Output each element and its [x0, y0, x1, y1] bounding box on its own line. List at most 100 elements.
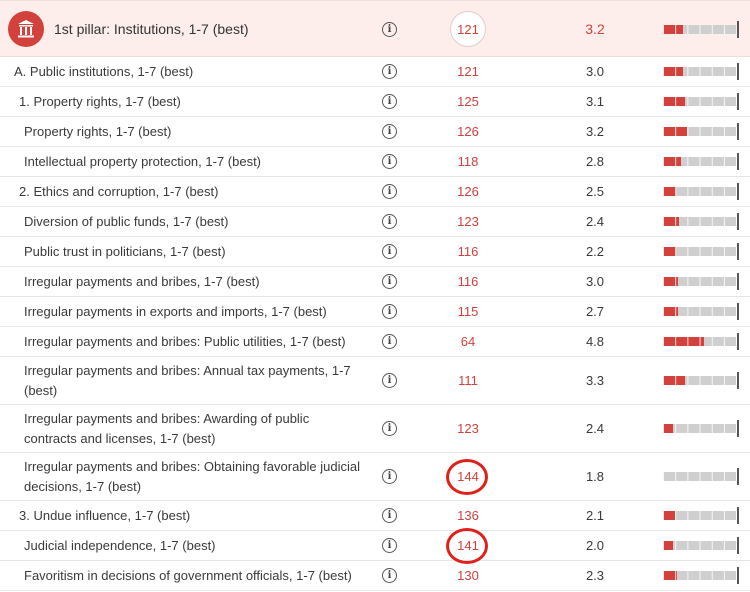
score-bar-end [737, 303, 739, 320]
score-bar [663, 187, 736, 196]
score-bar [663, 337, 736, 346]
score-bar-end [737, 63, 739, 80]
pillar-rank: 121 [450, 11, 486, 47]
info-icon[interactable]: i [382, 274, 397, 289]
table-row[interactable]: Irregular payments and bribes: Public ut… [0, 327, 750, 357]
rank-value: 126 [457, 124, 479, 139]
indicator-label: Irregular payments and bribes: Annual ta… [24, 362, 351, 398]
rank-value: 111 [458, 373, 478, 388]
info-icon[interactable]: i [382, 154, 397, 169]
score-value: 2.8 [585, 154, 605, 169]
info-icon[interactable]: i [382, 124, 397, 139]
indicator-label: 1. Property rights, 1-7 (best) [19, 93, 181, 109]
table-row[interactable]: Public trust in politicians, 1-7 (best) … [0, 237, 750, 267]
pillar-score: 3.2 [585, 21, 605, 37]
info-icon[interactable]: i [382, 469, 397, 484]
indicator-label: Diversion of public funds, 1-7 (best) [24, 213, 229, 229]
score-bar-end [737, 243, 739, 260]
indicator-label: Judicial independence, 1-7 (best) [24, 537, 216, 553]
rank-value: 126 [457, 184, 479, 199]
score-bar-end [737, 507, 739, 524]
score-bar [663, 25, 736, 34]
score-bar [663, 307, 736, 316]
score-value: 3.1 [585, 94, 605, 109]
score-bar-end [737, 21, 739, 38]
score-value: 2.4 [585, 214, 605, 229]
rank-value: 116 [457, 274, 479, 289]
info-icon[interactable]: i [382, 568, 397, 583]
indicator-label: Irregular payments and bribes, 1-7 (best… [24, 273, 260, 289]
rank-value: 123 [457, 214, 479, 229]
score-bar-end [737, 537, 739, 554]
info-icon[interactable]: i [382, 421, 397, 436]
info-icon[interactable]: i [382, 94, 397, 109]
indicator-label: Favoritism in decisions of government of… [24, 567, 352, 583]
rank-value: 130 [457, 568, 479, 583]
score-bar-end [737, 93, 739, 110]
score-value: 2.2 [585, 244, 605, 259]
rank-value: 141 [457, 538, 479, 553]
score-bar [663, 472, 736, 481]
score-bar-end [737, 123, 739, 140]
info-icon[interactable]: i [382, 508, 397, 523]
rank-value: 64 [460, 334, 476, 349]
score-bar [663, 511, 736, 520]
score-value: 1.8 [585, 469, 605, 484]
table-row[interactable]: Intellectual property protection, 1-7 (b… [0, 147, 750, 177]
table-row[interactable]: Diversion of public funds, 1-7 (best) i … [0, 207, 750, 237]
score-value: 2.3 [585, 568, 605, 583]
table-row[interactable]: A. Public institutions, 1-7 (best) i 121… [0, 57, 750, 87]
score-bar-end [737, 183, 739, 200]
score-value: 3.3 [585, 373, 605, 388]
indicator-label: Irregular payments in exports and import… [24, 303, 327, 319]
rank-value: 136 [457, 508, 479, 523]
score-value: 3.0 [585, 64, 605, 79]
info-icon[interactable]: i [382, 373, 397, 388]
table-row[interactable]: Property rights, 1-7 (best) i 126 3.2 [0, 117, 750, 147]
score-bar-end [737, 468, 739, 485]
score-bar [663, 424, 736, 433]
table-row[interactable]: Irregular payments and bribes: Awarding … [0, 405, 750, 453]
table-row[interactable]: 2. Ethics and corruption, 1-7 (best) i 1… [0, 177, 750, 207]
indicator-label: Property rights, 1-7 (best) [24, 123, 172, 139]
table-row[interactable]: 1. Property rights, 1-7 (best) i 125 3.1 [0, 87, 750, 117]
info-icon[interactable]: i [382, 304, 397, 319]
score-bar [663, 571, 736, 580]
table-row[interactable]: Judicial independence, 1-7 (best) i 141 … [0, 528, 750, 564]
table-row[interactable]: Irregular payments and bribes: Obtaining… [0, 453, 750, 501]
score-bar-end [737, 153, 739, 170]
score-value: 3.0 [585, 274, 605, 289]
indicator-label: Public trust in politicians, 1-7 (best) [24, 243, 226, 259]
institution-building-icon [8, 11, 44, 47]
table-row[interactable]: Irregular payments and bribes, 1-7 (best… [0, 267, 750, 297]
indicator-label: Irregular payments and bribes: Obtaining… [24, 458, 361, 494]
score-bar [663, 97, 736, 106]
info-icon[interactable]: i [382, 184, 397, 199]
info-icon[interactable]: i [382, 214, 397, 229]
indicator-label: Irregular payments and bribes: Public ut… [24, 333, 346, 349]
score-bar [663, 247, 736, 256]
info-icon[interactable]: i [382, 64, 397, 79]
score-bar [663, 127, 736, 136]
table-row[interactable]: 3. Undue influence, 1-7 (best) i 136 2.1 [0, 501, 750, 531]
info-icon[interactable]: i [382, 244, 397, 259]
indicator-label: Intellectual property protection, 1-7 (b… [24, 153, 262, 169]
rank-value: 115 [457, 304, 479, 319]
indicator-label: A. Public institutions, 1-7 (best) [14, 63, 194, 79]
score-bar-end [737, 273, 739, 290]
info-icon[interactable]: i [382, 334, 397, 349]
table-row[interactable]: Favoritism in decisions of government of… [0, 561, 750, 591]
rank-value: 144 [457, 469, 479, 484]
score-bar-end [737, 213, 739, 230]
score-bar-end [737, 372, 739, 389]
score-bar [663, 541, 736, 550]
score-value: 2.5 [585, 184, 605, 199]
score-bar [663, 67, 736, 76]
score-bar-end [737, 567, 739, 584]
info-icon[interactable]: i [382, 538, 397, 553]
table-row[interactable]: Irregular payments and bribes: Annual ta… [0, 357, 750, 405]
rank-value: 125 [457, 94, 479, 109]
pillar-header-row[interactable]: 1st pillar: Institutions, 1-7 (best) i 1… [0, 0, 750, 57]
info-icon[interactable]: i [382, 22, 397, 37]
table-row[interactable]: Irregular payments in exports and import… [0, 297, 750, 327]
